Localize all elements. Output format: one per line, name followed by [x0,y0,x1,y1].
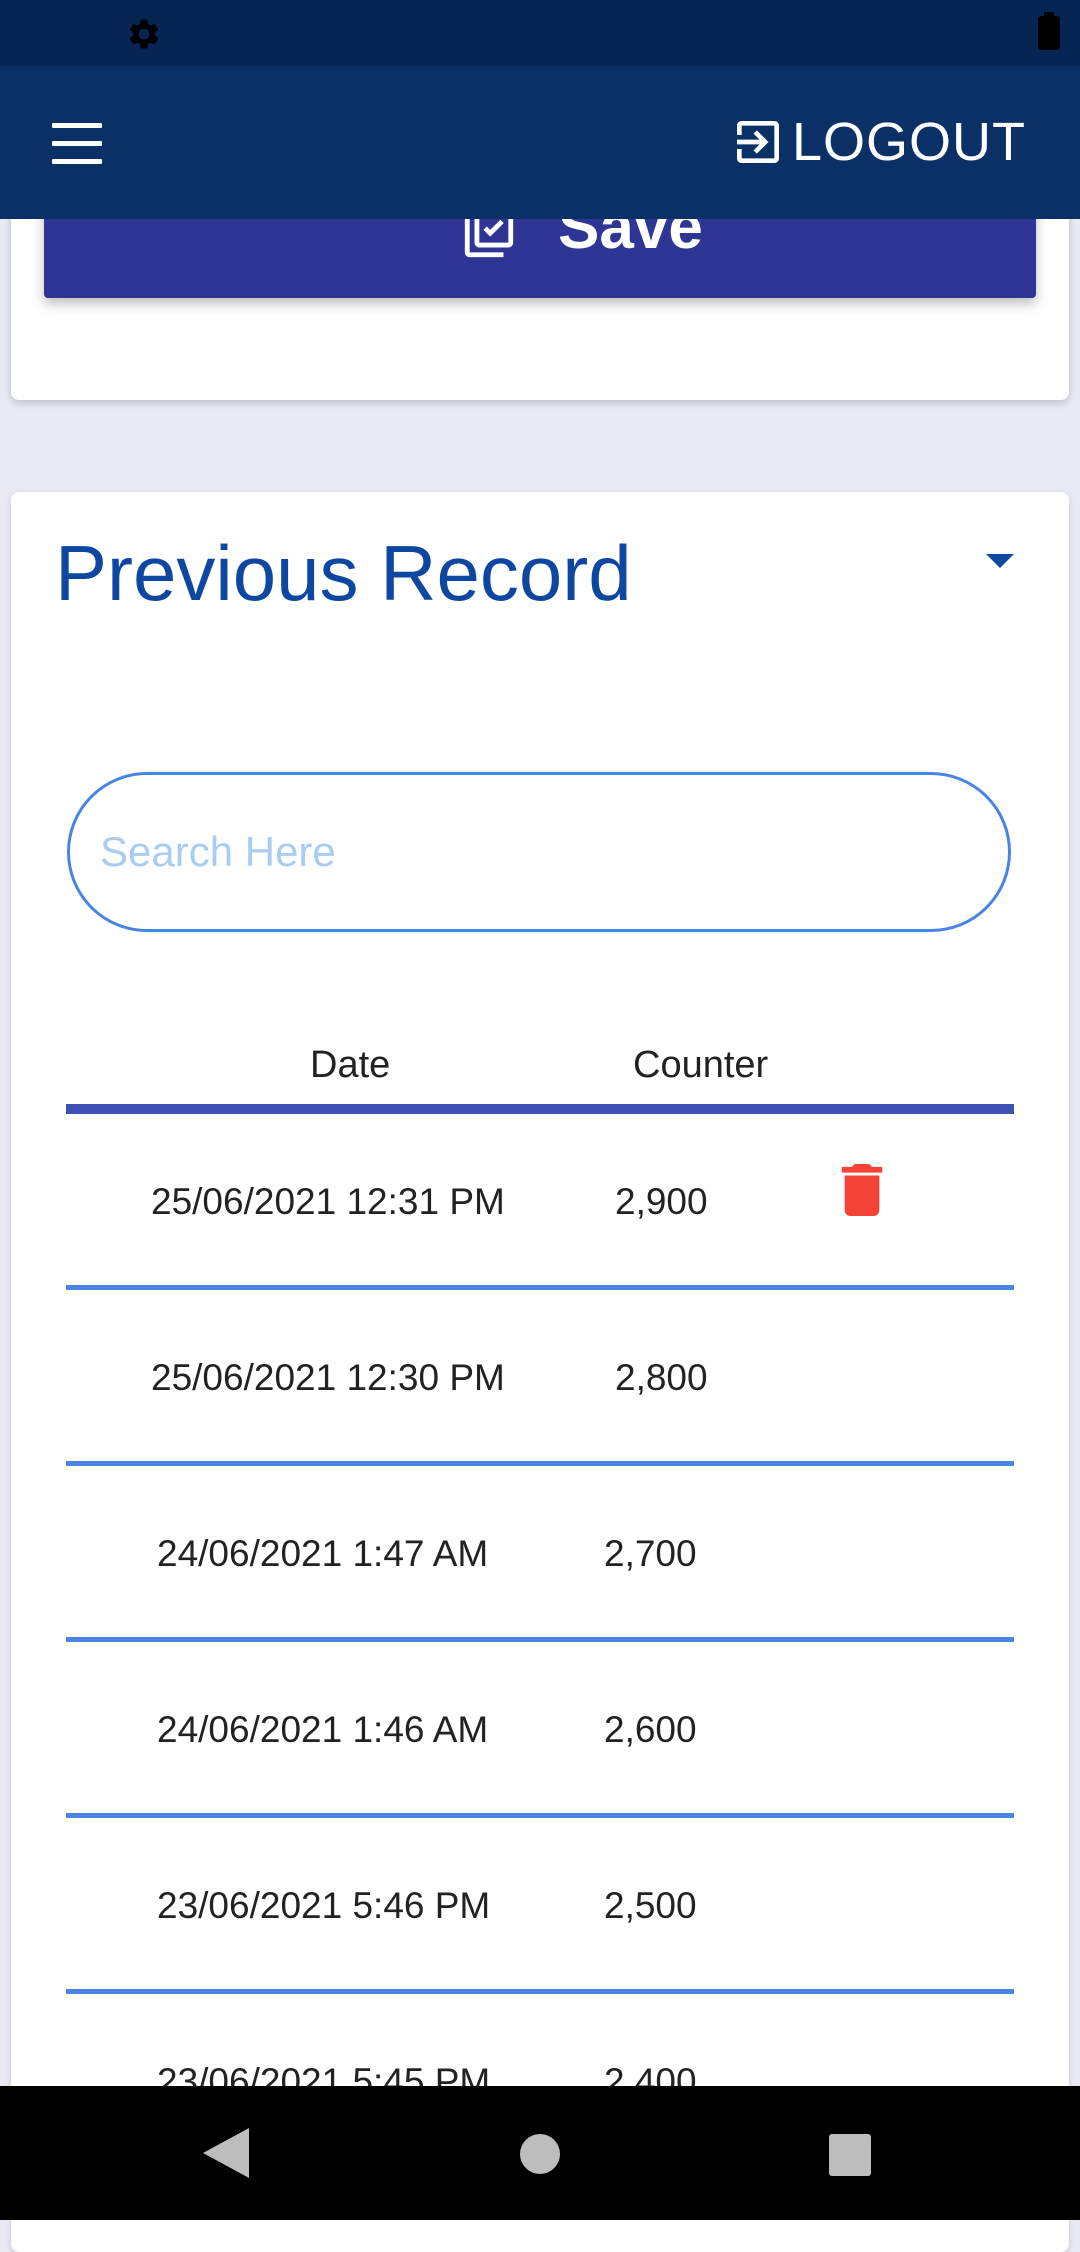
battery-icon [1038,12,1060,50]
home-icon[interactable] [520,2134,560,2174]
row-date: 25/06/2021 12:30 PM [151,1357,505,1398]
logout-button[interactable]: LOGOUT [730,110,1026,174]
column-header-counter: Counter [633,1044,769,1086]
row-counter: 2,700 [604,1533,697,1574]
caret-down-icon[interactable] [986,554,1014,570]
search-input[interactable] [67,772,1011,932]
row-counter: 2,900 [615,1181,708,1222]
trash-icon[interactable] [841,1164,883,1216]
row-counter: 2,800 [615,1357,708,1398]
app-bar: LOGOUT [0,66,1080,219]
column-header-date: Date [310,1044,391,1086]
table-row: 24/06/2021 1:47 AM 2,700 [11,1466,1069,1642]
row-date: 23/06/2021 5:46 PM [157,1885,491,1926]
section-title: Previous Record [55,529,632,617]
header-divider [66,1104,1014,1114]
logout-label: LOGOUT [791,112,1026,172]
table-row: 23/06/2021 5:46 PM 2,500 [11,1818,1069,1994]
row-counter: 2,500 [604,1885,697,1926]
table-row: 25/06/2021 12:31 PM 2,900 [11,1114,1069,1290]
recents-icon[interactable] [829,2134,871,2176]
menu-icon[interactable] [44,119,110,169]
logout-icon [736,121,779,163]
status-bar [0,0,1080,66]
record-table: 25/06/2021 12:31 PM 2,900 25/06/2021 12:… [11,1114,1069,2170]
table-row: 24/06/2021 1:46 AM 2,600 [11,1642,1069,1818]
row-date: 24/06/2021 1:47 AM [157,1533,489,1574]
back-icon[interactable] [203,2128,249,2178]
row-counter: 2,600 [604,1709,697,1750]
table-row: 25/06/2021 12:30 PM 2,800 [11,1290,1069,1466]
navigation-bar [0,2086,1080,2220]
gear-icon [129,19,159,49]
row-date: 24/06/2021 1:46 AM [157,1709,489,1750]
row-date: 25/06/2021 12:31 PM [151,1181,505,1222]
previous-record-card: Previous Record Date Counter 25/06/2021 … [11,492,1069,2252]
